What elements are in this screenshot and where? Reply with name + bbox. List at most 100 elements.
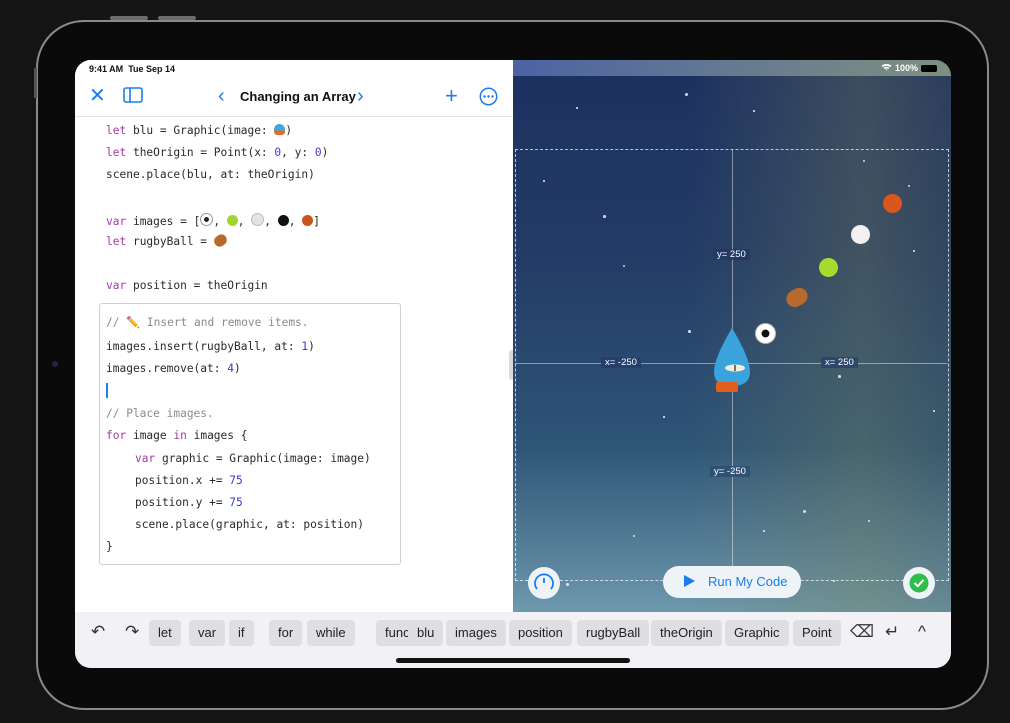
power-button bbox=[34, 68, 37, 98]
volume-button bbox=[110, 16, 148, 20]
axis-label-x-positive: x= 250 bbox=[821, 357, 858, 368]
code-line[interactable]: let theOrigin = Point(x: 0, y: 0) bbox=[106, 146, 328, 159]
code-text: ) bbox=[321, 146, 329, 159]
chip-if[interactable]: if bbox=[229, 620, 254, 646]
keyword: let bbox=[106, 146, 127, 159]
blu-character[interactable] bbox=[710, 328, 754, 392]
code-line[interactable]: var position = theOrigin bbox=[106, 279, 268, 292]
code-text: images.remove(at: bbox=[106, 362, 228, 375]
wifi-icon bbox=[881, 63, 895, 73]
live-view-pane: 100% y= 250 y= -250 x= -250 x= 250 Run M… bbox=[513, 60, 951, 612]
soccer-ball bbox=[755, 323, 776, 344]
code-line[interactable]: let rugbyBall = bbox=[106, 232, 229, 249]
text-cursor bbox=[106, 383, 108, 398]
code-line[interactable]: images.insert(rugbyBall, at: 1) bbox=[106, 340, 315, 353]
code-line[interactable]: var graphic = Graphic(image: image) bbox=[135, 452, 371, 465]
star bbox=[566, 583, 569, 586]
success-status-button[interactable] bbox=[903, 567, 935, 599]
page-title: Changing an Array bbox=[240, 89, 356, 104]
code-text: images = [ bbox=[126, 215, 201, 228]
code-text: ) bbox=[234, 362, 241, 375]
redo-icon[interactable]: ↷ bbox=[125, 622, 139, 642]
code-text: blu = Graphic(image: bbox=[126, 124, 275, 137]
tennis-ball bbox=[819, 258, 838, 277]
chip-point[interactable]: Point bbox=[793, 620, 841, 646]
volume-button bbox=[158, 16, 196, 20]
axis-label-y-positive: y= 250 bbox=[713, 249, 750, 260]
chevron-up-icon[interactable]: ^ bbox=[918, 622, 926, 642]
run-button-label: Run My Code bbox=[708, 574, 788, 589]
number: 0 bbox=[314, 146, 322, 159]
soccer-ball-icon bbox=[200, 213, 214, 226]
chip-for[interactable]: for bbox=[269, 620, 303, 646]
baseball bbox=[851, 225, 870, 244]
code-text: ] bbox=[313, 215, 320, 228]
code-editor-pane: 9:41 AM Tue Sep 14 ✕ ‹ Changing an Array… bbox=[75, 60, 512, 612]
undo-icon[interactable]: ↶ bbox=[91, 622, 105, 642]
sidebar-icon[interactable] bbox=[123, 87, 143, 107]
baseball-icon bbox=[251, 213, 265, 226]
code-line[interactable]: let blu = Graphic(image: ) bbox=[106, 124, 292, 137]
code-line[interactable]: images.remove(at: 4) bbox=[106, 362, 241, 375]
blu-image-icon bbox=[274, 124, 286, 135]
run-my-code-button[interactable]: Run My Code bbox=[663, 566, 801, 598]
battery-percent: 100% bbox=[894, 63, 918, 73]
8-ball-icon bbox=[277, 215, 289, 226]
return-icon[interactable]: ↵ bbox=[885, 622, 899, 642]
star bbox=[685, 93, 688, 96]
tennis-ball-icon bbox=[226, 215, 238, 226]
speed-button[interactable] bbox=[528, 567, 560, 599]
code-text: image bbox=[126, 429, 174, 442]
status-bar-time: 9:41 AM Tue Sep 14 bbox=[89, 64, 175, 74]
home-indicator bbox=[396, 658, 630, 663]
chip-rugbyball[interactable]: rugbyBall bbox=[577, 620, 650, 646]
navigation-bar: ✕ ‹ Changing an Array › + bbox=[75, 78, 512, 117]
code-text: , y: bbox=[281, 146, 315, 159]
code-text: position.x += bbox=[135, 474, 230, 487]
basketball-icon bbox=[302, 215, 314, 226]
chip-blu[interactable]: blu bbox=[408, 620, 444, 646]
play-icon bbox=[683, 574, 696, 591]
front-camera bbox=[52, 361, 58, 367]
speedometer-icon bbox=[534, 573, 554, 590]
code-line[interactable]: position.y += 75 bbox=[135, 496, 243, 509]
chevron-left-icon[interactable]: ‹ bbox=[218, 86, 225, 106]
rugby-ball-icon bbox=[211, 232, 229, 249]
chip-graphic[interactable]: Graphic bbox=[725, 620, 789, 646]
delete-icon[interactable]: ⌫ bbox=[850, 622, 874, 642]
chip-images[interactable]: images bbox=[446, 620, 506, 646]
number: 75 bbox=[229, 496, 243, 509]
chip-let[interactable]: let bbox=[149, 620, 181, 646]
axis-label-y-negative: y= -250 bbox=[710, 466, 750, 477]
code-line[interactable]: for image in images { bbox=[106, 429, 247, 442]
keyword: let bbox=[106, 124, 127, 137]
code-line[interactable]: scene.place(graphic, at: position) bbox=[135, 518, 364, 531]
code-text: theOrigin = Point(x: bbox=[126, 146, 275, 159]
status-time: 9:41 AM bbox=[89, 64, 124, 74]
chip-var[interactable]: var bbox=[189, 620, 226, 646]
code-comment: // Place images. bbox=[106, 407, 214, 420]
code-comment: // ✏️ Insert and remove items. bbox=[106, 316, 309, 329]
status-indicators: 100% bbox=[881, 63, 937, 73]
plus-icon[interactable]: + bbox=[445, 85, 458, 107]
close-icon[interactable]: ✕ bbox=[89, 86, 106, 106]
chip-theorigin[interactable]: theOrigin bbox=[651, 620, 722, 646]
code-text: images { bbox=[186, 429, 248, 442]
keyword: var bbox=[106, 279, 127, 292]
code-text: graphic = Graphic(image: image) bbox=[155, 452, 371, 465]
more-icon[interactable] bbox=[479, 87, 498, 110]
code-text: rugbyBall = bbox=[126, 235, 214, 248]
code-line[interactable]: } bbox=[106, 540, 113, 553]
chevron-right-icon[interactable]: › bbox=[357, 86, 364, 106]
axis-label-x-negative: x= -250 bbox=[601, 357, 641, 368]
keyword: let bbox=[106, 235, 127, 248]
code-line[interactable]: position.x += 75 bbox=[135, 474, 243, 487]
code-text: images.insert(rugbyBall, at: bbox=[106, 340, 302, 353]
code-text: ) bbox=[308, 340, 315, 353]
code-line[interactable]: scene.place(blu, at: theOrigin) bbox=[106, 168, 315, 181]
ipad-screen: 9:41 AM Tue Sep 14 ✕ ‹ Changing an Array… bbox=[75, 60, 951, 668]
code-line[interactable]: var images = [, , , , ] bbox=[106, 213, 320, 228]
chip-while[interactable]: while bbox=[307, 620, 355, 646]
keyword: in bbox=[173, 429, 187, 442]
chip-position[interactable]: position bbox=[509, 620, 572, 646]
